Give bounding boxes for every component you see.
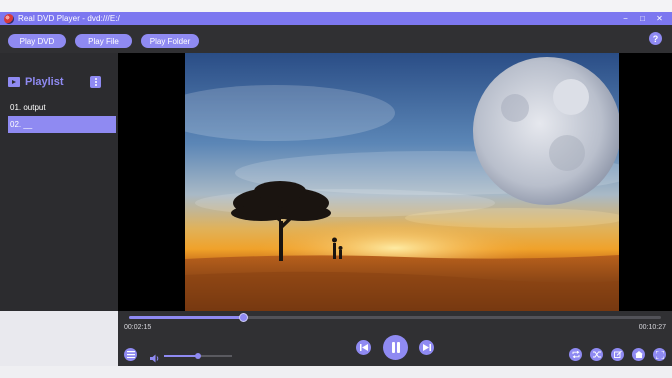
video-frame <box>185 53 619 311</box>
video-area[interactable] <box>118 53 672 311</box>
skip-next-icon <box>422 344 431 351</box>
playlist-folder-icon <box>8 77 20 87</box>
play-file-button[interactable]: Play File <box>75 34 132 48</box>
window-controls: − □ ✕ <box>617 12 668 25</box>
seek-bar-fill <box>129 316 244 319</box>
playlist-header: Playlist <box>8 76 64 88</box>
playback-controls: 00:02:15 00:10:27 <box>118 311 672 366</box>
volume-slider[interactable] <box>164 353 232 359</box>
minimize-button[interactable]: − <box>617 12 634 25</box>
repeat-button[interactable] <box>569 348 582 361</box>
previous-button[interactable] <box>356 340 371 355</box>
speaker-icon <box>150 354 159 363</box>
toolbar: Play DVD Play File Play Folder ? <box>0 25 672 53</box>
video-frame-image <box>185 53 619 311</box>
playlist-item-selected[interactable]: 02. __ <box>8 116 116 133</box>
playlist-toggle-button[interactable] <box>124 348 137 361</box>
home-icon <box>634 351 643 358</box>
current-time: 00:02:15 <box>124 324 152 331</box>
play-dvd-button[interactable]: Play DVD <box>8 34 66 48</box>
volume-slider-fill <box>164 355 198 357</box>
top-gap <box>0 0 672 12</box>
seek-bar-handle[interactable] <box>239 313 249 322</box>
shuffle-icon <box>592 351 601 358</box>
title-bar: Real DVD Player - dvd:///E:/ − □ ✕ <box>0 12 672 25</box>
volume-slider-handle[interactable] <box>195 353 201 359</box>
window-title: Real DVD Player - dvd:///E:/ <box>18 14 120 23</box>
list-icon <box>126 351 135 358</box>
pause-icon <box>391 342 400 353</box>
seek-bar[interactable] <box>129 313 661 322</box>
playlist-menu-icon[interactable] <box>90 76 101 88</box>
repeat-icon <box>572 351 579 358</box>
fullscreen-button[interactable] <box>653 348 666 361</box>
play-folder-button[interactable]: Play Folder <box>141 34 199 48</box>
skip-previous-icon <box>359 344 368 351</box>
next-button[interactable] <box>419 340 434 355</box>
playlist-panel: Playlist 01. output 02. __ <box>0 53 118 311</box>
edit-icon <box>613 351 622 358</box>
app-logo-icon <box>4 13 14 24</box>
maximize-button[interactable]: □ <box>634 12 651 25</box>
playlist-item[interactable]: 01. output <box>8 99 116 116</box>
close-button[interactable]: ✕ <box>651 12 668 25</box>
fullscreen-icon <box>655 350 664 359</box>
help-button[interactable]: ? <box>649 32 662 45</box>
shuffle-button[interactable] <box>590 348 603 361</box>
bottom-gap <box>0 366 672 378</box>
total-time: 00:10:27 <box>638 324 666 331</box>
snapshot-button[interactable] <box>611 348 624 361</box>
pause-button[interactable] <box>383 335 408 360</box>
playlist-title: Playlist <box>25 76 64 88</box>
home-button[interactable] <box>632 348 645 361</box>
